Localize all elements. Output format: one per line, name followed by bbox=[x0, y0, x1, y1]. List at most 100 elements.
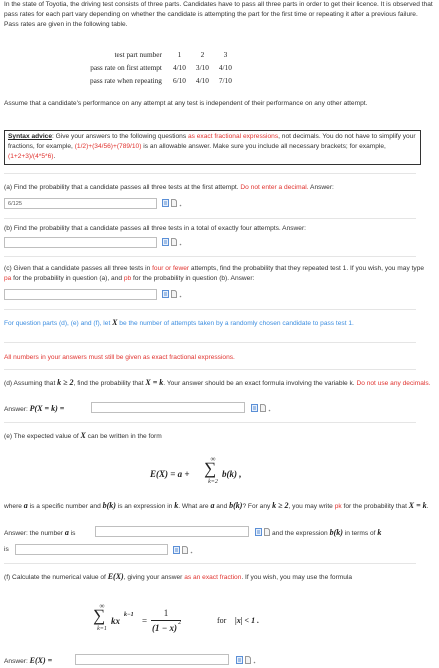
question-e-text: where a is a specific number and b(k) is… bbox=[4, 500, 433, 512]
preview-icon[interactable] bbox=[162, 290, 169, 298]
question-d: (d) Assuming that k ≥ 2, find the probab… bbox=[4, 377, 433, 389]
table-cell: 4/10 bbox=[218, 63, 232, 73]
answer-label: Answer: bbox=[4, 658, 30, 665]
answer-label: Answer: bbox=[308, 184, 334, 191]
answer-e-b-input[interactable] bbox=[15, 544, 168, 555]
question-c: (c) Given that a candidate passes all th… bbox=[4, 264, 433, 284]
math-condition: k ≥ 2 bbox=[57, 378, 74, 387]
answer-label: in terms of bbox=[342, 530, 378, 537]
divider bbox=[4, 173, 416, 174]
question-e-text: and bbox=[214, 503, 230, 510]
question-b: (b) Find the probability that a candidat… bbox=[4, 225, 307, 232]
question-e-text: , you may write bbox=[288, 503, 335, 510]
part-number-2: 2 bbox=[200, 50, 205, 60]
note-text: be the number of attempts taken by a ran… bbox=[117, 320, 354, 327]
divider bbox=[4, 563, 416, 564]
syntax-example: (1/2)+(34/56)+(789/10) bbox=[74, 143, 142, 151]
syntax-highlight: as exact fractional expressions bbox=[187, 133, 279, 140]
answer-d-input[interactable] bbox=[91, 402, 245, 413]
divider bbox=[4, 218, 416, 219]
answer-f-input[interactable] bbox=[75, 654, 229, 665]
help-icon[interactable] bbox=[171, 199, 177, 207]
syntax-text: : Give your answers to the following que… bbox=[51, 133, 188, 140]
question-e-text: is a specific number and bbox=[27, 503, 103, 510]
table-row: pass rate on first attempt 4/10 3/10 4/1… bbox=[85, 62, 237, 75]
equals-sign: = bbox=[142, 616, 148, 626]
math-expression: b(k) bbox=[102, 501, 116, 510]
denominator-exponent: 2 bbox=[178, 620, 181, 626]
formula-condition: |x| < 1 . bbox=[235, 616, 260, 625]
row-label: pass rate on first attempt bbox=[90, 63, 162, 73]
answer-e-a-row: Answer: the number a is bbox=[4, 527, 75, 539]
question-d-warning: Do not use any decimals. bbox=[356, 380, 431, 387]
question-e-text: where bbox=[4, 503, 24, 510]
answer-d-icons bbox=[251, 404, 271, 413]
answer-label: Answer: the number bbox=[4, 530, 65, 537]
part-number-1: 1 bbox=[177, 50, 182, 60]
math-expression: X = k bbox=[408, 501, 427, 510]
question-a: (a) Find the probability that a candidat… bbox=[4, 183, 433, 193]
part-number-3: 3 bbox=[223, 50, 228, 60]
help-icon[interactable] bbox=[260, 404, 266, 412]
formula-condition-word: for bbox=[217, 616, 227, 625]
row-label: pass rate when repeating bbox=[90, 76, 162, 86]
answer-b-input[interactable] bbox=[4, 237, 157, 248]
pass-rates-table: test part number 1 2 3 pass rate on firs… bbox=[85, 49, 237, 88]
question-page: In the state of Toyotia, the driving tes… bbox=[0, 0, 439, 667]
divider bbox=[4, 422, 416, 423]
preview-icon[interactable] bbox=[251, 404, 258, 412]
help-icon[interactable] bbox=[245, 656, 251, 664]
sum-lower-limit: k=2 bbox=[208, 479, 218, 485]
preview-icon[interactable] bbox=[162, 199, 169, 207]
divider bbox=[4, 309, 416, 310]
question-f-text: (f) Calculate the numerical value of bbox=[4, 574, 108, 581]
intro-paragraph: In the state of Toyotia, the driving tes… bbox=[4, 1, 433, 28]
answer-label: and the expression bbox=[272, 530, 330, 537]
assumption-text: Assume that a candidate's performance on… bbox=[4, 100, 368, 107]
question-f-text: , giving your answer bbox=[123, 574, 185, 581]
help-icon[interactable] bbox=[264, 528, 270, 536]
divider bbox=[4, 369, 416, 370]
status-dot-icon bbox=[268, 404, 271, 412]
question-e-text: can be written in the form bbox=[85, 433, 162, 440]
formula-lhs: E(X) = a + bbox=[150, 469, 190, 479]
syntax-text: is an allowable answer. Make sure you in… bbox=[141, 143, 386, 151]
math-expression: b(k) bbox=[229, 501, 243, 510]
question-e-intro: (e) The expected value of X can be writt… bbox=[4, 430, 433, 442]
fraction-bar bbox=[151, 620, 181, 621]
table-header-label: test part number bbox=[114, 50, 162, 60]
help-icon[interactable] bbox=[171, 238, 177, 246]
syntax-example: (1+2+3)/(4*5*6) bbox=[8, 153, 54, 161]
preview-icon[interactable] bbox=[236, 656, 243, 664]
math-variable: k bbox=[377, 528, 382, 537]
help-icon[interactable] bbox=[182, 546, 188, 554]
question-d-text: , find the probability that bbox=[73, 380, 146, 387]
answer-a-input[interactable]: 6/125 bbox=[4, 198, 157, 209]
answer-c-icons bbox=[162, 290, 182, 299]
question-c-highlight: four or fewer bbox=[152, 265, 190, 272]
question-d-text: (d) Assuming that bbox=[4, 380, 58, 387]
table-cell: 6/10 bbox=[172, 76, 186, 86]
answer-label: Answer: bbox=[4, 406, 30, 413]
help-icon[interactable] bbox=[171, 290, 177, 298]
question-c-text: for the probability in question (a), and bbox=[11, 274, 124, 282]
syntax-advice-label: Syntax advice bbox=[8, 133, 52, 140]
sigma-symbol: ∑ bbox=[93, 606, 106, 625]
question-f-text: . If you wish, you may use the formula bbox=[241, 574, 353, 581]
question-a-warning: Do not enter a decimal. bbox=[240, 184, 309, 191]
table-cell: 4/10 bbox=[172, 63, 186, 73]
answer-e-a-input[interactable] bbox=[95, 526, 249, 537]
table-cell: 4/10 bbox=[195, 76, 209, 86]
question-a-text: (a) Find the probability that a candidat… bbox=[4, 184, 241, 191]
preview-icon[interactable] bbox=[255, 528, 262, 536]
preview-icon[interactable] bbox=[162, 238, 169, 246]
series-exponent: k−1 bbox=[124, 612, 134, 618]
answer-e-b-label: and the expression b(k) in terms of k bbox=[272, 527, 381, 539]
answer-c-input[interactable] bbox=[4, 289, 157, 300]
question-e-text: ? For any bbox=[242, 503, 273, 510]
table-cell: 3/10 bbox=[195, 63, 209, 73]
math-expression: E(X) = bbox=[29, 656, 53, 665]
preview-icon[interactable] bbox=[173, 546, 180, 554]
status-dot-icon bbox=[179, 290, 182, 298]
syntax-text: . bbox=[53, 153, 56, 161]
